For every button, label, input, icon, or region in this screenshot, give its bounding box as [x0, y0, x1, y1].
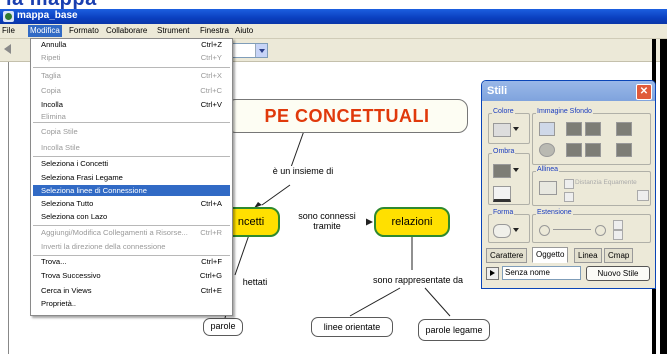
interval-stepper[interactable] — [637, 190, 649, 201]
menu-item-annulla[interactable]: Annulla Ctrl+Z — [33, 39, 230, 51]
concept-linee-orientate[interactable]: linee orientate — [311, 317, 393, 337]
menu-item-elimina[interactable]: Elimina — [33, 111, 230, 120]
image-position-icon — [566, 122, 582, 136]
concept-main-title[interactable]: PE CONCETTUALI — [226, 99, 468, 133]
distanzia-label: Distanzia Equamente — [575, 179, 637, 186]
shadow-color-icon[interactable] — [493, 164, 511, 178]
menu-item-trova-successivo[interactable]: Trova Successivo Ctrl+G — [33, 270, 230, 282]
menu-item-incolla[interactable]: Incolla Ctrl+V — [33, 99, 230, 111]
chevron-down-icon[interactable] — [513, 168, 519, 172]
menu-item-ripeti[interactable]: Ripeti Ctrl+Y — [33, 52, 230, 64]
menu-item-inverti-direzione[interactable]: Inverti la direzione della connessione — [33, 241, 230, 253]
menu-item-taglia[interactable]: Taglia Ctrl+X — [33, 70, 230, 82]
close-icon[interactable]: ✕ — [636, 84, 652, 100]
menu-item-trova[interactable]: Trova... Ctrl+F — [33, 256, 230, 265]
style-name-field[interactable]: Senza nome — [502, 266, 581, 280]
menu-item-seleziona-lazo[interactable]: Seleziona con Lazo — [33, 211, 230, 223]
link-label-hettati[interactable]: hettati — [234, 277, 276, 287]
horizontal-checkbox[interactable] — [613, 220, 623, 230]
image-fit-icon — [616, 143, 632, 157]
menu-item-copia[interactable]: Copia Ctrl+C — [33, 85, 230, 97]
edit-menu-dropdown: Annulla Ctrl+Z Ripeti Ctrl+Y Taglia Ctrl+X … — [30, 38, 233, 316]
vertical-checkbox[interactable] — [613, 230, 623, 240]
minus-icon[interactable] — [539, 225, 550, 236]
new-style-button[interactable]: Nuovo Stile — [586, 266, 650, 281]
group-estensione: Estensione — [532, 209, 651, 243]
concept-parole-legame[interactable]: parole legame — [418, 319, 490, 341]
tab-linea[interactable]: Linea — [574, 248, 602, 263]
link-label-connessi[interactable]: sono connessi tramite — [288, 211, 366, 231]
group-allinea: Allinea Distanzia Equamente — [532, 166, 651, 206]
styles-panel-title: Stili — [487, 85, 508, 97]
menu-item-seleziona-concetti[interactable]: Seleziona i Concetti — [33, 158, 230, 170]
connection-line — [261, 184, 291, 206]
menu-separator — [33, 225, 230, 226]
group-colore: Colore — [488, 108, 530, 144]
background-image-icon[interactable] — [539, 122, 555, 136]
connection-line — [234, 231, 251, 276]
concept-parole[interactable]: parole — [203, 318, 243, 336]
play-icon[interactable] — [486, 267, 499, 280]
styles-panel-titlebar[interactable]: Stili — [482, 81, 655, 101]
tab-oggetto[interactable]: Oggetto — [532, 247, 569, 263]
main-title-text: PE CONCETTUALI — [264, 106, 430, 126]
group-forma: Forma — [488, 209, 530, 243]
tab-cmap[interactable]: Cmap — [604, 248, 634, 263]
menu-item-seleziona-linee[interactable]: Seleziona linee di Connessione — [33, 185, 230, 196]
connection-line — [424, 287, 451, 317]
styles-panel: Stili ✕ Colore Immagine Sfondo Ombra All… — [481, 80, 656, 289]
image-scale-icon — [616, 122, 632, 136]
menu-item-cerca-views[interactable]: Cerca in Views Ctrl+E — [33, 285, 230, 297]
group-ombra: Ombra — [488, 148, 530, 205]
interval-checkbox[interactable] — [564, 192, 574, 202]
style-footer: Senza nome Nuovo Stile — [486, 266, 651, 281]
link-label-insieme[interactable]: è un insieme di — [257, 166, 349, 176]
distanzia-checkbox[interactable] — [564, 179, 574, 189]
chevron-down-icon[interactable] — [513, 228, 519, 232]
image-tile-icon — [585, 122, 601, 136]
tab-carattere[interactable]: Carattere — [486, 248, 528, 263]
shape-icon[interactable] — [493, 224, 511, 238]
align-icon[interactable] — [539, 181, 557, 195]
remove-image-icon — [539, 143, 555, 157]
connection-line — [349, 287, 401, 317]
menu-item-copia-stile[interactable]: Copia Stile — [33, 126, 230, 138]
fill-color-icon[interactable] — [493, 123, 511, 137]
connection-line — [289, 127, 306, 171]
shadow-toggle-icon[interactable] — [493, 186, 511, 202]
menu-item-incolla-stile[interactable]: Incolla Stile — [33, 142, 230, 154]
extension-slider[interactable] — [553, 229, 591, 230]
image-stretch-icon — [585, 143, 601, 157]
menu-separator — [33, 67, 230, 68]
menu-item-aggiungi-collegamenti[interactable]: Aggiungi/Modifica Collegamenti a Risorse… — [33, 227, 230, 239]
menu-item-seleziona-frasi-legame[interactable]: Seleziona Frasi Legame — [33, 172, 230, 184]
image-align-icon — [566, 143, 582, 157]
menu-separator — [33, 122, 230, 123]
concept-relazioni[interactable]: relazioni — [374, 207, 450, 237]
menu-item-proprieta[interactable]: Proprietà.. — [33, 298, 230, 310]
link-label-rappresentate[interactable]: sono rappresentate da — [365, 275, 471, 285]
menu-separator — [33, 156, 230, 157]
menu-item-seleziona-tutto[interactable]: Seleziona Tutto Ctrl+A — [33, 198, 230, 210]
plus-icon[interactable] — [595, 225, 606, 236]
chevron-down-icon[interactable] — [513, 127, 519, 131]
arrow-head — [365, 218, 373, 226]
group-immagine-sfondo: Immagine Sfondo — [532, 108, 651, 165]
